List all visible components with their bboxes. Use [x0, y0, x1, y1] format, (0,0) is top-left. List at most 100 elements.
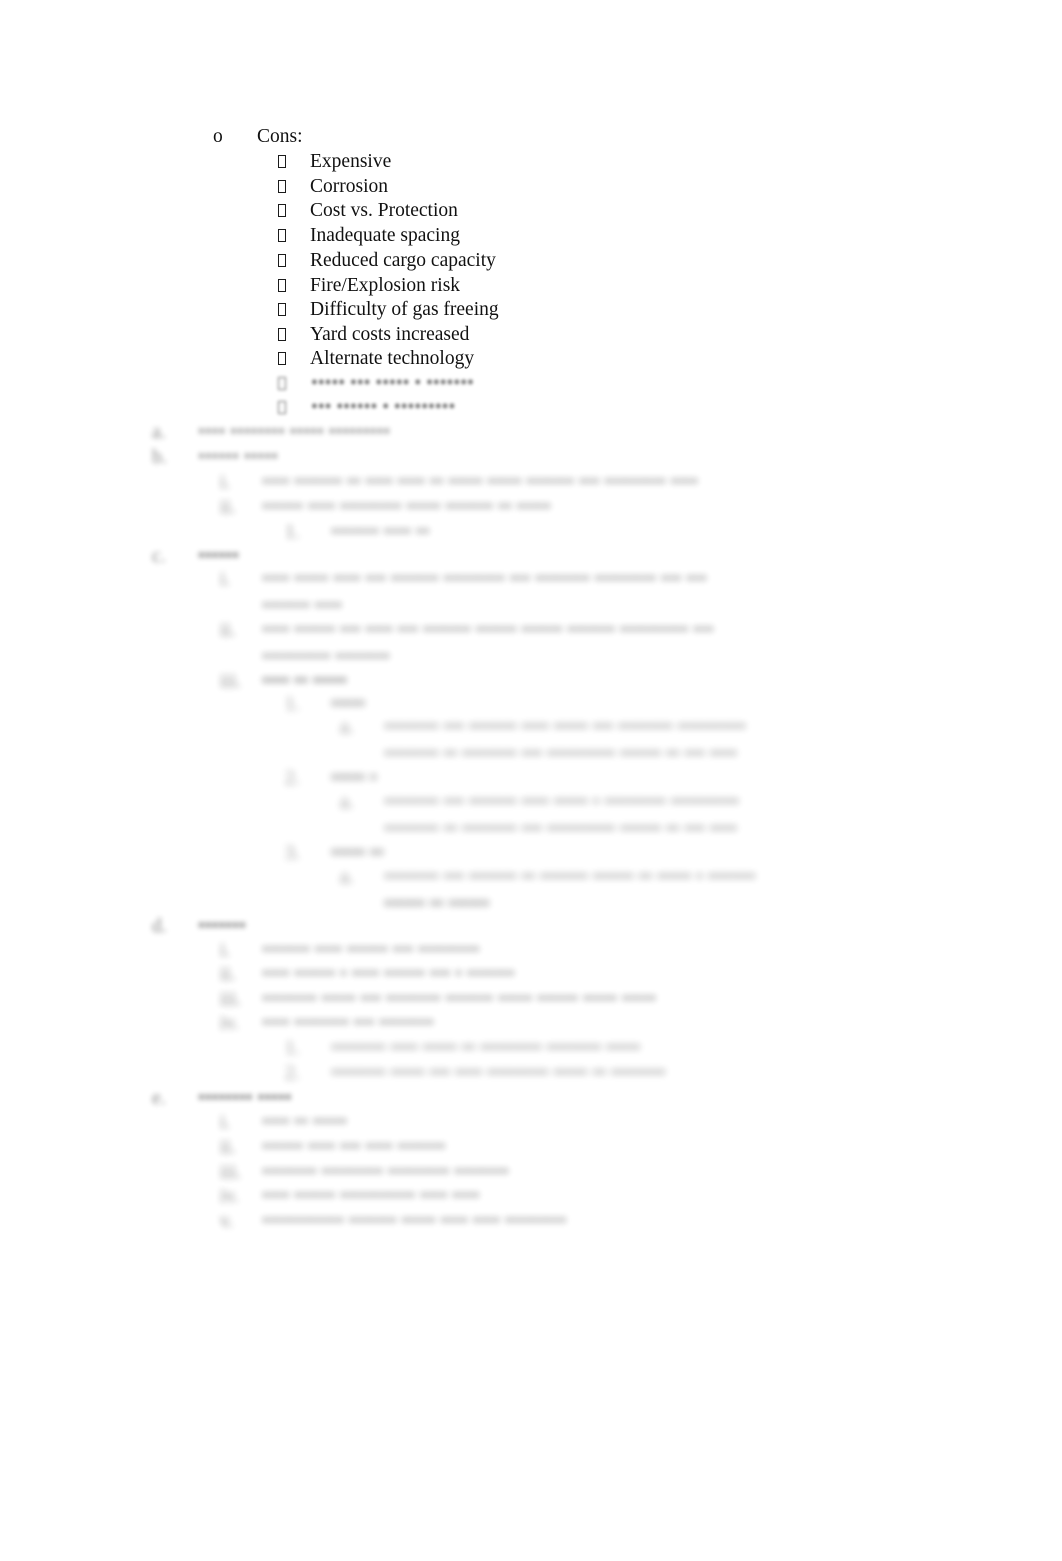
blurred-list-item: ii. •••••• •••• ••••••••• ••••• ••••••• •… — [220, 494, 692, 521]
blurred-list-marker: 1. — [285, 694, 300, 715]
blurred-list-item: ••• •••••• • ••••••••• — [278, 394, 541, 421]
list-item-label: Reduced cargo capacity — [310, 250, 496, 271]
blurred-list-marker: e. — [152, 1088, 166, 1109]
blurred-list-item-label: •••••••• ••••• — [198, 1088, 292, 1109]
blurred-list-item-label: •••••••• ••• ••••••• •• ••••••• •••••• •… — [384, 867, 756, 888]
blurred-list-item: •••••••• •• •••••••• ••• •••••••••• ••••… — [340, 816, 834, 843]
blurred-list-item-label: ••••••• •••• •• — [331, 522, 430, 543]
blurred-list-item-label: •••• •••••• • •••• •••••• ••• • ••••••• — [262, 964, 515, 985]
bullet-tofu-icon — [278, 297, 310, 322]
blurred-list-item: 2. •••••••• ••••• ••• •••• ••••••••• ••••… — [285, 1060, 731, 1087]
blurred-list-marker: i. — [220, 1112, 231, 1133]
list-item: Fire/Explosion risk — [278, 273, 460, 298]
list-item-label: Yard costs increased — [310, 324, 470, 345]
blurred-list-item: i. •••• ••••••• •• •••• •••• •• ••••• •••… — [220, 469, 862, 496]
bullet-tofu-icon — [278, 174, 310, 199]
blurred-list-item-label: •••••• ••••• — [198, 447, 278, 468]
list-item-label: Alternate technology — [310, 348, 475, 369]
blurred-list-item-label: ••••••• — [198, 916, 246, 937]
blurred-list-marker: iii. — [220, 989, 242, 1010]
blurred-list-item-label: •••••••• ••••••••• ••••••••• •••••••• — [262, 1162, 509, 1183]
blurred-list-marker: v. — [220, 1211, 234, 1232]
list-item: Cost vs. Protection — [278, 198, 458, 223]
blurred-list-item-label: ••••• ••• ••••• • ••••••• — [311, 373, 474, 394]
blurred-list-marker: ii. — [220, 964, 236, 985]
blurred-list-item: iv. •••• •••••• ••••••••••• •••• •••• — [220, 1183, 532, 1210]
blurred-list-item: iv. •••• •••••••• ••• •••••••• — [220, 1010, 512, 1037]
list-item: Expensive — [278, 149, 391, 174]
list-marker-o: o — [213, 126, 223, 147]
outline-heading-cons: o Cons: — [213, 124, 303, 149]
blurred-list-marker: 2. — [285, 768, 300, 789]
blurred-list-item: a. •••••••• ••• ••••••• •••• ••••• ••• ••… — [340, 714, 914, 741]
blurred-list-item-label: •••••• •••• ••••••••• ••••• ••••••• •• •… — [262, 497, 551, 518]
blurred-list-item-label: •••• •••••••• ••••• ••••••••• — [198, 422, 391, 443]
list-item-label: Fire/Explosion risk — [310, 275, 461, 296]
bullet-tofu-icon — [278, 149, 310, 174]
blurred-list-marker: 1. — [285, 1038, 300, 1059]
document-page: o Cons: Expensive Corrosion Cost vs. Pro… — [0, 0, 1062, 1561]
blurred-list-marker: ii. — [220, 620, 236, 641]
list-item: Difficulty of gas freeing — [278, 297, 499, 322]
list-item: Alternate technology — [278, 346, 474, 371]
blurred-list-marker: ii. — [220, 497, 236, 518]
blurred-list-item: a. •••• •••••••• ••••• ••••••••• — [152, 419, 538, 446]
bullet-tofu-icon — [278, 273, 310, 298]
blurred-list-marker: i. — [220, 472, 231, 493]
bullet-tofu-icon — [278, 248, 310, 273]
blurred-list-item: 2. ••••• • — [285, 765, 406, 792]
list-item-label: Difficulty of gas freeing — [310, 299, 499, 320]
blurred-list-item: ii. •••••• •••• ••• •••• ••••••• — [220, 1134, 512, 1161]
blurred-list-marker: a. — [340, 717, 354, 738]
bullet-tofu-icon — [278, 346, 310, 371]
blurred-list-item-label: •••••••••• •••••••• — [262, 647, 390, 668]
bullet-tofu-icon — [278, 322, 310, 347]
list-item: Yard costs increased — [278, 322, 469, 347]
blurred-list-item: b. •••••• ••••• — [152, 444, 358, 471]
list-item: Reduced cargo capacity — [278, 248, 496, 273]
blurred-list-item-label: •••••••• ••• ••••••• •••• ••••• ••• ••••… — [384, 717, 746, 738]
blurred-list-marker: a. — [340, 792, 354, 813]
list-item: Inadequate spacing — [278, 223, 460, 248]
blurred-list-item: 1. •••••••• •••• ••••• •• ••••••••• •••••… — [285, 1035, 731, 1062]
outline-heading-label: Cons: — [257, 126, 303, 147]
blurred-list-marker: a. — [340, 867, 354, 888]
blurred-list-item: iii. •••••••• ••••••••• ••••••••• •••••••… — [220, 1159, 607, 1186]
bullet-tofu-icon — [278, 401, 286, 414]
blurred-list-marker: iv. — [220, 1186, 239, 1207]
blurred-list-item: •••••••••• •••••••• — [220, 644, 462, 671]
blurred-list-marker: 3. — [285, 843, 300, 864]
blurred-list-item: e. •••••••• ••••• — [152, 1085, 338, 1112]
blurred-list-item-label: ••••• • — [331, 768, 377, 789]
blurred-list-item-label: •••• •••••• ••••••••••• •••• •••• — [262, 1186, 480, 1207]
blurred-list-marker: b. — [152, 447, 167, 468]
blurred-list-marker: i. — [220, 940, 231, 961]
blurred-list-marker — [278, 370, 311, 397]
blurred-list-item-label: •••••••• •••• ••••• •• ••••••••• •••••••… — [331, 1038, 641, 1059]
blurred-list-item: v. •••••••••••• ••••••• ••••• •••• •••• •… — [220, 1208, 657, 1235]
list-item: Corrosion — [278, 174, 388, 199]
blurred-list-marker: c. — [152, 546, 166, 567]
bullet-tofu-icon — [278, 198, 310, 223]
blurred-list-marker — [278, 394, 311, 421]
list-item-label: Inadequate spacing — [310, 225, 460, 246]
blurred-list-item-label: ••• •••••• • ••••••••• — [311, 397, 456, 418]
list-item-label: Cost vs. Protection — [310, 200, 458, 221]
list-item-label: Expensive — [310, 151, 392, 172]
blurred-list-item-label: •••••• •• •••••• — [384, 894, 490, 915]
blurred-list-item-label: •••• ••••• •••• ••• ••••••• ••••••••• ••… — [262, 569, 707, 590]
bullet-tofu-icon — [278, 223, 310, 248]
blurred-list-marker: iii. — [220, 1162, 242, 1183]
blurred-list-item: i. •••• •• ••••• — [220, 1109, 372, 1136]
list-item-label: Corrosion — [310, 176, 388, 197]
blurred-list-item: a. •••••••• ••• ••••••• •• ••••••• ••••••… — [340, 864, 934, 891]
blurred-list-item: 3. ••••• •• — [285, 840, 406, 867]
blurred-list-marker: iv. — [220, 1013, 239, 1034]
blurred-list-marker: iii. — [220, 671, 242, 692]
blurred-list-item-label: ••••• •• — [331, 843, 384, 864]
blurred-list-item: •••••• •• •••••• — [340, 891, 549, 918]
blurred-list-item-label: •••••••••••• ••••••• ••••• •••• •••• •••… — [262, 1211, 567, 1232]
blurred-list-marker: ii. — [220, 1137, 236, 1158]
blurred-list-item: a. •••••••• ••• ••••••• •••• ••••• • ••••… — [340, 789, 894, 816]
blurred-list-item-label: •••• •• ••••• — [262, 1112, 347, 1133]
